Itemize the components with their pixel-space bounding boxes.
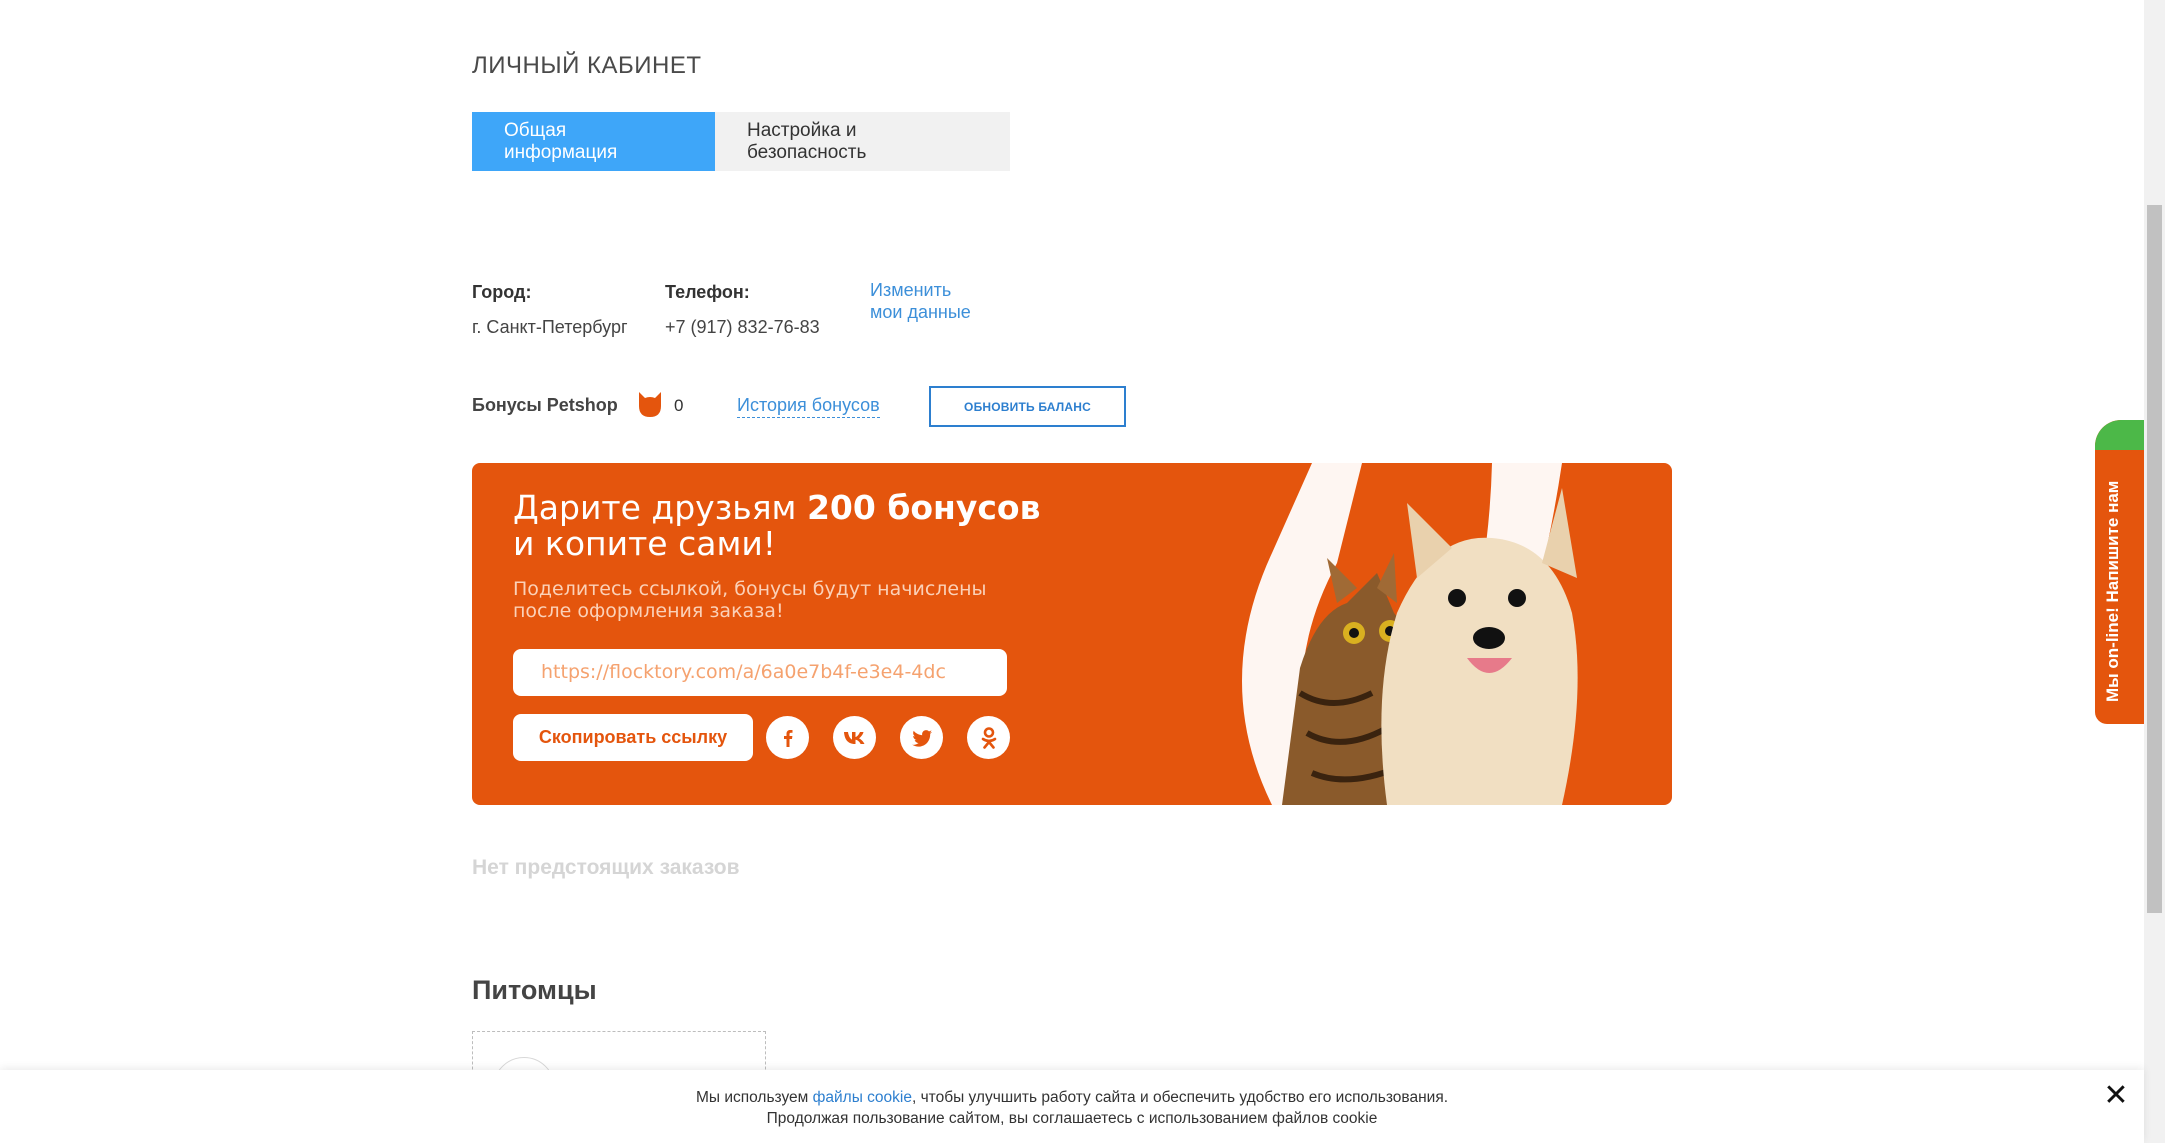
cookie-text-after: , чтобы улучшить работу сайта и обеспечи…	[911, 1089, 1449, 1106]
phone-info: Телефон: +7 (917) 832-76-83	[665, 282, 820, 338]
chat-tab-label: Мы on-line! Напишите нам	[2103, 480, 2122, 702]
scrollbar[interactable]	[2144, 0, 2165, 1143]
pets-title: Питомцы	[472, 975, 597, 1005]
promo-title: Дарите друзьям 200 бонусов и копите сами…	[513, 490, 1040, 562]
edit-link-line1: Изменить	[870, 280, 952, 300]
edit-link-line2: мои данные	[870, 302, 971, 322]
cookie-files-link[interactable]: файлы cookie	[813, 1089, 912, 1106]
promo-title-line2: и копите сами!	[513, 524, 777, 563]
bonus-label: Бонусы Petshop	[472, 395, 618, 415]
twitter-icon[interactable]	[900, 716, 943, 759]
bonus-row: Бонусы Petshop 0 История бонусов ОБНОВИТ…	[472, 386, 1172, 427]
close-icon[interactable]: ✕	[2103, 1081, 2129, 1111]
edit-my-data-link[interactable]: Изменить мои данные	[870, 279, 971, 323]
odnoklassniki-icon[interactable]	[967, 716, 1010, 759]
online-chat-tab[interactable]: Мы on-line! Напишите нам	[2095, 420, 2145, 724]
phone-label: Телефон:	[665, 282, 750, 302]
pets-illustration	[1242, 463, 1578, 805]
cookie-text-line2: Продолжая пользование сайтом, вы соглаша…	[766, 1110, 1378, 1127]
bonus-count: 0	[674, 396, 684, 415]
referral-promo-banner: Дарите друзьям 200 бонусов и копите сами…	[472, 463, 1672, 805]
cookie-banner: Мы используем файлы cookie, чтобы улучши…	[0, 1070, 2144, 1143]
city-label: Город:	[472, 282, 532, 302]
promo-subtitle: Поделитесь ссылкой, бонусы будут начисле…	[513, 578, 1073, 622]
copy-link-button[interactable]: Скопировать ссылку	[513, 714, 753, 761]
tab-general-info[interactable]: Общая информация	[472, 112, 715, 171]
bonus-history-link[interactable]: История бонусов	[737, 395, 880, 418]
facebook-icon[interactable]	[766, 716, 809, 759]
city-value: г. Санкт-Петербург	[472, 317, 628, 337]
promo-subtitle-line1: Поделитесь ссылкой, бонусы будут начисле…	[513, 578, 987, 600]
cat-icon	[639, 392, 661, 417]
city-info: Город: г. Санкт-Петербург	[472, 282, 628, 338]
tab-settings-security[interactable]: Настройка и безопасность	[715, 112, 1010, 171]
promo-title-bold: 200 бонусов	[806, 488, 1041, 527]
refresh-balance-button[interactable]: ОБНОВИТЬ БАЛАНС	[929, 386, 1126, 427]
cookie-text-before: Мы используем	[695, 1089, 813, 1106]
tabs: Общая информация Настройка и безопасност…	[472, 112, 1010, 171]
vk-icon[interactable]	[833, 716, 876, 759]
chat-tab-accent	[2095, 420, 2145, 450]
promo-subtitle-line2: после оформления заказа!	[513, 600, 784, 622]
scrollbar-thumb[interactable]	[2147, 205, 2162, 913]
cookie-text: Мы используем файлы cookie, чтобы улучши…	[0, 1087, 2144, 1129]
page-title: ЛИЧНЫЙ КАБИНЕТ	[472, 52, 702, 79]
phone-value: +7 (917) 832-76-83	[665, 317, 820, 337]
referral-link-field[interactable]: https://flocktory.com/a/6a0e7b4f-e3e4-4d…	[513, 649, 1007, 696]
no-orders-text: Нет предстоящих заказов	[472, 856, 740, 879]
promo-title-part1: Дарите друзьям	[513, 488, 807, 527]
